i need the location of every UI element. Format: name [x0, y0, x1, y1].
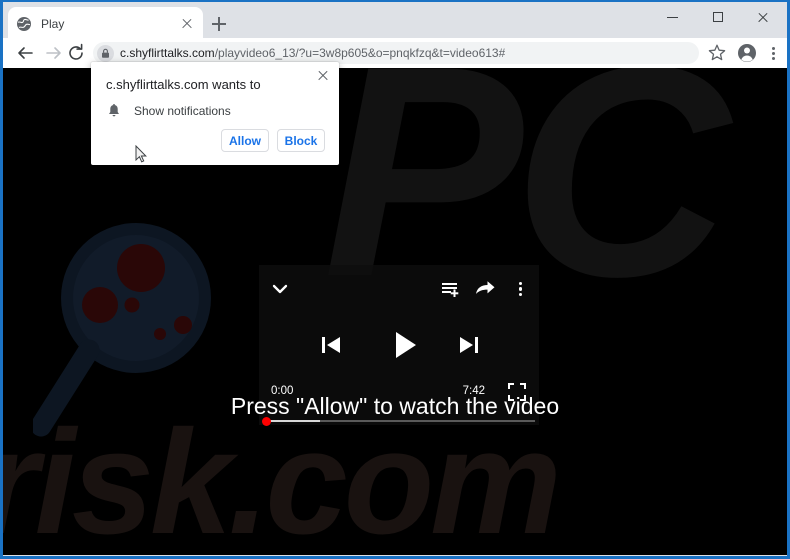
chevron-down-icon[interactable] [267, 276, 293, 302]
tab-strip: Play [3, 2, 787, 40]
maximize-icon [713, 12, 723, 22]
chrome-menu-button[interactable] [761, 41, 785, 65]
dialog-title: c.shyflirttalks.com wants to [106, 77, 261, 92]
allow-button[interactable]: Allow [221, 129, 269, 152]
minimize-button[interactable] [652, 2, 697, 32]
close-window-button[interactable] [742, 2, 787, 32]
arrow-right-icon [46, 47, 61, 59]
permission-option-label: Show notifications [134, 104, 231, 118]
globe-icon [16, 16, 32, 32]
reload-button[interactable] [64, 41, 88, 65]
avatar-icon [738, 44, 756, 62]
address-bar[interactable]: c.shyflirttalks.com/playvideo6_13/?u=3w8… [93, 42, 699, 64]
url-path: /playvideo6_13/?u=3w8p605&o=pnqkfzq&t=vi… [214, 46, 506, 60]
permission-option-row: Show notifications [106, 103, 231, 119]
add-to-queue-icon[interactable] [438, 276, 464, 302]
profile-button[interactable] [735, 41, 759, 65]
browser-window: Play c.shyflirttalks.com/playvideo6_13/?… [0, 0, 790, 559]
star-icon [708, 44, 726, 61]
more-vertical-icon[interactable] [507, 276, 533, 302]
page-headline: Press "Allow" to watch the video [230, 393, 560, 419]
bookmark-button[interactable] [705, 41, 729, 65]
address-bar-text: c.shyflirttalks.com/playvideo6_13/?u=3w8… [120, 46, 505, 60]
browser-tab[interactable]: Play [8, 7, 203, 40]
back-button[interactable] [13, 41, 37, 65]
next-button[interactable] [455, 331, 483, 359]
new-tab-button[interactable] [205, 10, 233, 38]
share-icon[interactable] [472, 276, 498, 302]
previous-button[interactable] [317, 331, 345, 359]
block-button[interactable]: Block [277, 129, 325, 152]
player-center-controls [259, 323, 539, 368]
notification-permission-dialog: c.shyflirttalks.com wants to Show notifi… [91, 62, 339, 165]
bell-icon [106, 103, 122, 119]
close-icon[interactable] [179, 16, 195, 32]
maximize-button[interactable] [697, 2, 742, 32]
player-top-bar [259, 265, 539, 311]
play-button[interactable] [385, 326, 423, 364]
tab-title: Play [41, 16, 65, 31]
lock-icon[interactable] [97, 44, 114, 62]
close-icon[interactable] [314, 67, 332, 85]
url-host: c.shyflirttalks.com [120, 46, 215, 60]
arrow-left-icon [18, 47, 33, 59]
more-vertical-icon [772, 46, 775, 50]
reload-icon [69, 43, 83, 60]
minimize-icon [667, 17, 678, 19]
forward-button [42, 41, 66, 65]
